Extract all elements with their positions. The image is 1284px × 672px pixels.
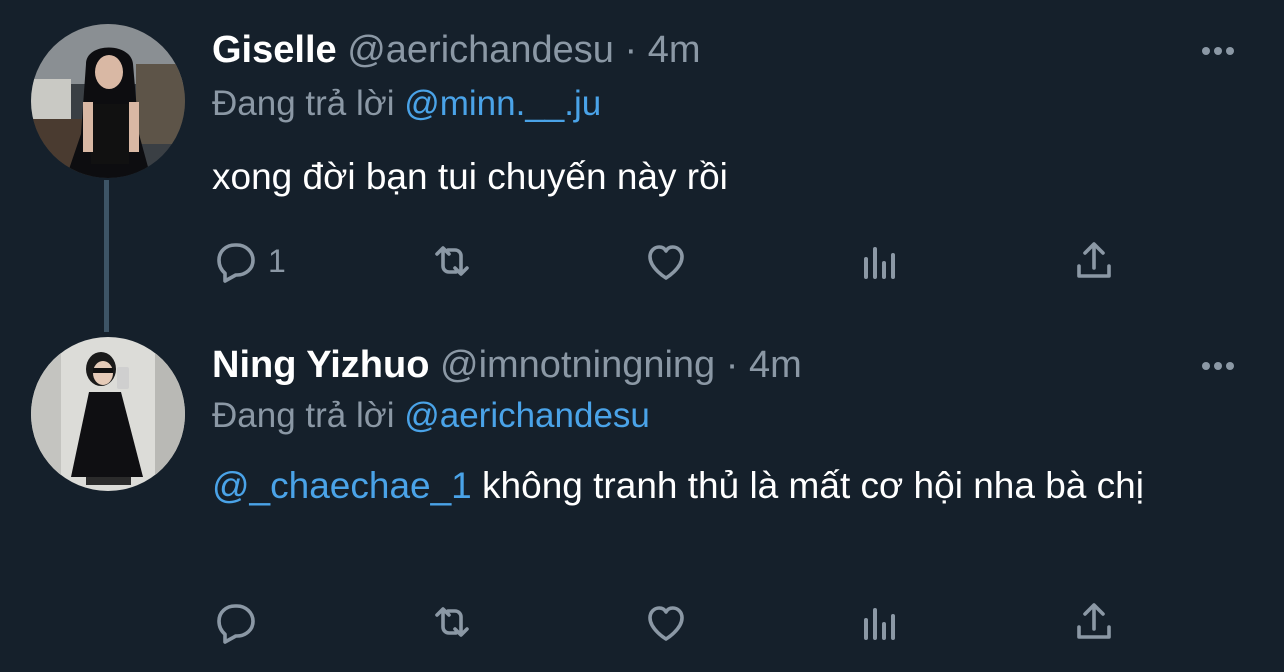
tweet-text: @_chaechae_1 không tranh thủ là mất cơ h… bbox=[212, 461, 1252, 511]
tweet[interactable]: Ning Yizhuo @imnotningning · 4m Đang trả… bbox=[0, 335, 1284, 672]
views-bar-chart-icon bbox=[864, 247, 895, 279]
more-horizontal-icon bbox=[1202, 357, 1238, 374]
reply-button[interactable] bbox=[212, 597, 268, 647]
retweet-button[interactable] bbox=[428, 236, 476, 286]
retweet-icon bbox=[435, 246, 469, 276]
reply-button[interactable]: 1 bbox=[212, 236, 286, 286]
like-button[interactable] bbox=[642, 597, 690, 647]
heart-icon bbox=[648, 245, 684, 280]
share-button[interactable] bbox=[1070, 236, 1118, 286]
share-upload-icon bbox=[1077, 603, 1111, 639]
separator-dot: · bbox=[725, 344, 739, 386]
share-button[interactable] bbox=[1070, 597, 1118, 647]
retweet-icon bbox=[435, 607, 469, 637]
author-handle[interactable]: @aerichandesu bbox=[347, 29, 614, 71]
avatar[interactable] bbox=[31, 24, 185, 178]
like-button[interactable] bbox=[642, 236, 690, 286]
tweet-header: Ning Yizhuo @imnotningning · 4m bbox=[212, 343, 802, 387]
replying-to-mention[interactable]: @aerichandesu bbox=[404, 396, 650, 435]
replying-to-mention[interactable]: @minn.__.ju bbox=[404, 84, 601, 123]
replying-label: Đang trả lời bbox=[212, 396, 395, 435]
reply-count: 1 bbox=[268, 242, 286, 279]
reply-bubble-icon bbox=[217, 243, 255, 283]
avatar[interactable] bbox=[31, 337, 185, 491]
timestamp[interactable]: 4m bbox=[749, 344, 802, 386]
timestamp[interactable]: 4m bbox=[648, 29, 701, 71]
share-upload-icon bbox=[1077, 242, 1111, 278]
tweet[interactable]: Giselle @aerichandesu · 4m Đang trả lời … bbox=[0, 0, 1284, 335]
views-button[interactable] bbox=[856, 236, 904, 286]
reply-bubble-icon bbox=[217, 604, 255, 644]
action-bar: 1 bbox=[0, 236, 1284, 286]
author-name[interactable]: Ning Yizhuo bbox=[212, 344, 429, 386]
more-horizontal-icon bbox=[1202, 42, 1238, 59]
replying-label: Đang trả lời bbox=[212, 84, 395, 123]
tweet-header: Giselle @aerichandesu · 4m bbox=[212, 28, 701, 72]
replying-to-line: Đang trả lời @minn.__.ju bbox=[212, 83, 601, 125]
tweet-body: xong đời bạn tui chuyến này rồi bbox=[212, 156, 728, 197]
retweet-button[interactable] bbox=[428, 597, 476, 647]
views-bar-chart-icon bbox=[864, 608, 895, 640]
tweet-body: không tranh thủ là mất cơ hội nha bà chị bbox=[471, 465, 1144, 506]
author-handle[interactable]: @imnotningning bbox=[440, 344, 715, 386]
replying-to-line: Đang trả lời @aerichandesu bbox=[212, 395, 650, 437]
views-button[interactable] bbox=[856, 597, 904, 647]
separator-dot: · bbox=[624, 29, 638, 71]
author-name[interactable]: Giselle bbox=[212, 29, 337, 71]
action-bar bbox=[0, 597, 1284, 647]
more-options-button[interactable] bbox=[1202, 357, 1242, 371]
text-mention[interactable]: @_chaechae_1 bbox=[212, 465, 472, 506]
tweet-text: xong đời bạn tui chuyến này rồi bbox=[212, 152, 1252, 202]
heart-icon bbox=[648, 606, 684, 641]
more-options-button[interactable] bbox=[1202, 42, 1242, 56]
